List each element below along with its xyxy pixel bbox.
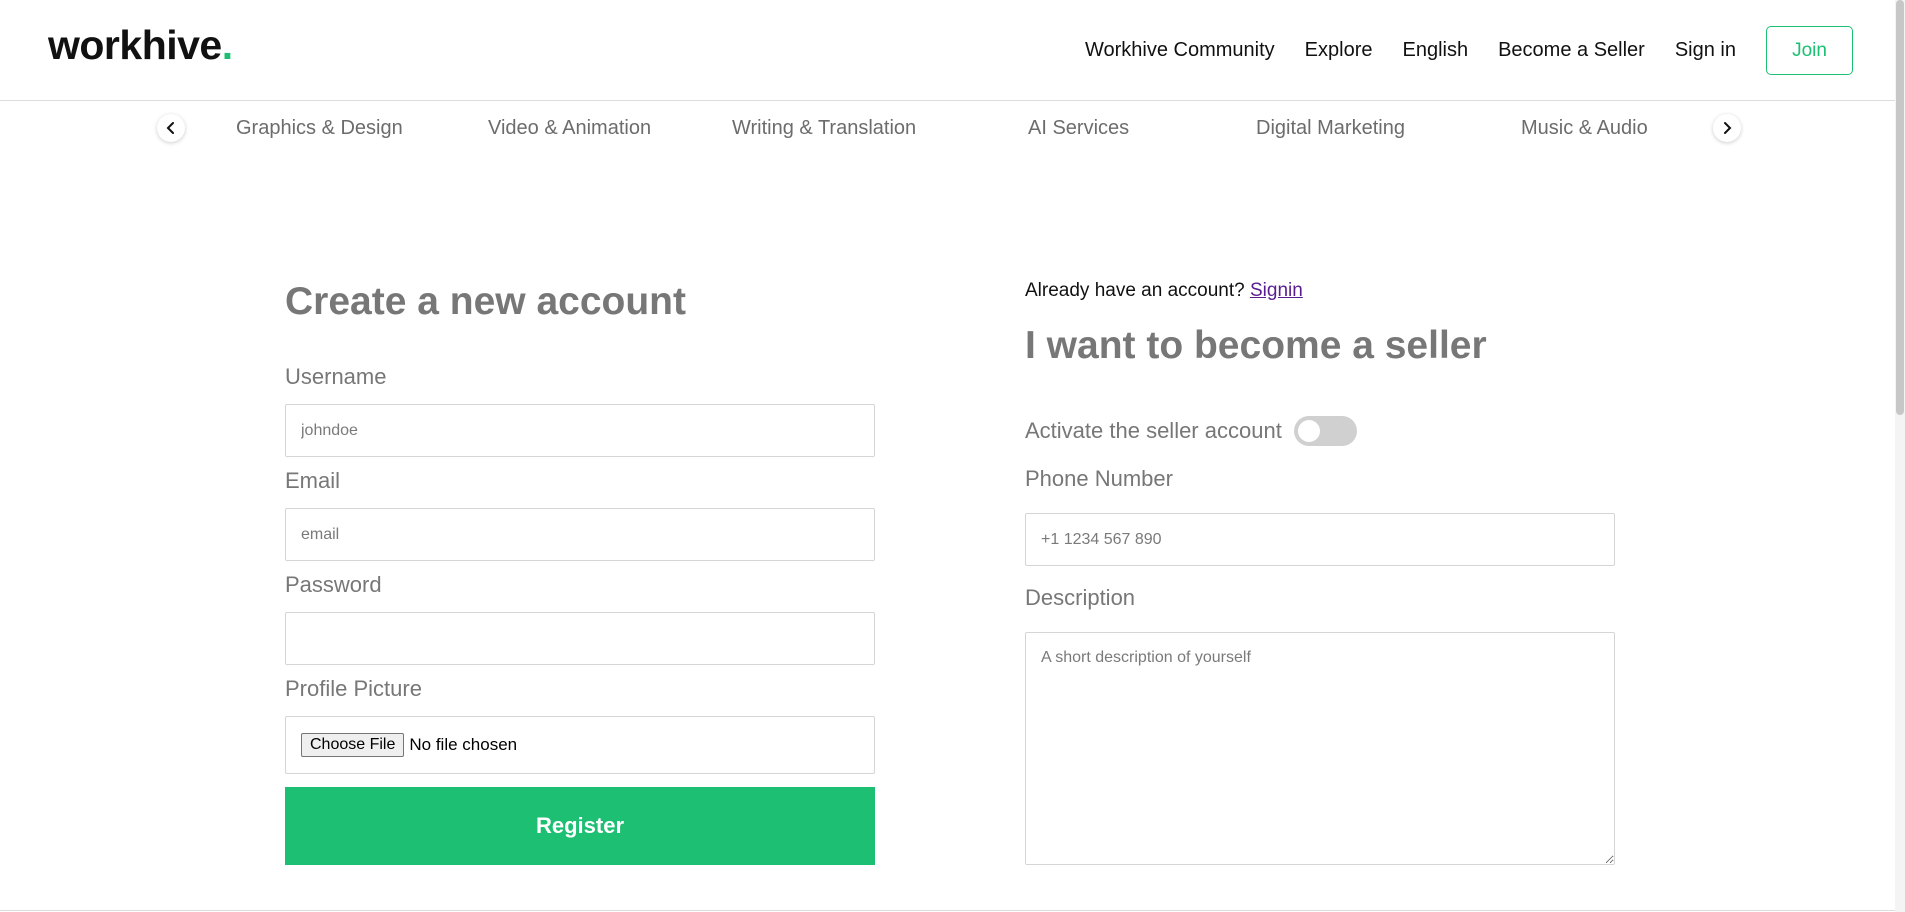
profile-picture-input: Choose File No file chosen [285, 716, 875, 774]
profile-picture-label: Profile Picture [285, 676, 422, 701]
password-input[interactable] [285, 612, 875, 665]
logo-text: workhive [48, 22, 222, 68]
top-header: workhive. Workhive Community Explore Eng… [0, 0, 1905, 101]
activate-seller-toggle[interactable] [1293, 416, 1357, 446]
phone-input[interactable] [1025, 513, 1615, 566]
already-label: Already have an account? [1025, 280, 1245, 301]
logo-dot: . [221, 22, 233, 68]
category-bar: Graphics & Design Video & Animation Writ… [0, 101, 1905, 157]
nav-become-seller[interactable]: Become a Seller [1498, 39, 1645, 62]
activate-seller-label: Activate the seller account [1025, 418, 1282, 443]
nav-community[interactable]: Workhive Community [1085, 39, 1275, 62]
nav-sign-in[interactable]: Sign in [1675, 39, 1736, 62]
signin-link[interactable]: Signin [1250, 280, 1303, 301]
description-textarea[interactable] [1025, 632, 1615, 865]
register-title: Create a new account [285, 280, 686, 323]
seller-title: I want to become a seller [1025, 324, 1487, 367]
already-account-text: Already have an account? Signin [1025, 280, 1303, 302]
divider [0, 910, 1905, 911]
register-button[interactable]: Register [285, 787, 875, 865]
username-input[interactable] [285, 404, 875, 457]
nav-explore[interactable]: Explore [1305, 39, 1373, 62]
toggle-knob [1297, 420, 1320, 442]
chevron-right-icon[interactable] [1713, 114, 1741, 142]
logo[interactable]: workhive. [48, 22, 233, 69]
choose-file-button[interactable]: Choose File [301, 733, 405, 757]
category-music-audio[interactable]: Music & Audio [1521, 117, 1648, 140]
scrollbar-thumb[interactable] [1896, 0, 1904, 415]
username-label: Username [285, 364, 387, 389]
activate-seller-row: Activate the seller account [1025, 416, 1357, 446]
category-ai-services[interactable]: AI Services [1028, 117, 1129, 140]
password-label: Password [285, 572, 382, 597]
join-button[interactable]: Join [1766, 26, 1853, 75]
description-label: Description [1025, 585, 1136, 610]
main-nav: Workhive Community Explore English Becom… [1085, 0, 1905, 101]
email-label: Email [285, 468, 341, 493]
file-status: No file chosen [409, 735, 518, 754]
category-writing-translation[interactable]: Writing & Translation [732, 117, 916, 140]
email-input[interactable] [285, 508, 875, 561]
phone-label: Phone Number [1025, 466, 1173, 491]
category-graphics-design[interactable]: Graphics & Design [236, 117, 403, 140]
nav-language[interactable]: English [1402, 39, 1468, 62]
category-digital-marketing[interactable]: Digital Marketing [1256, 117, 1405, 140]
page-scrollbar[interactable] [1895, 0, 1905, 912]
chevron-left-icon[interactable] [157, 114, 185, 142]
category-video-animation[interactable]: Video & Animation [488, 117, 651, 140]
